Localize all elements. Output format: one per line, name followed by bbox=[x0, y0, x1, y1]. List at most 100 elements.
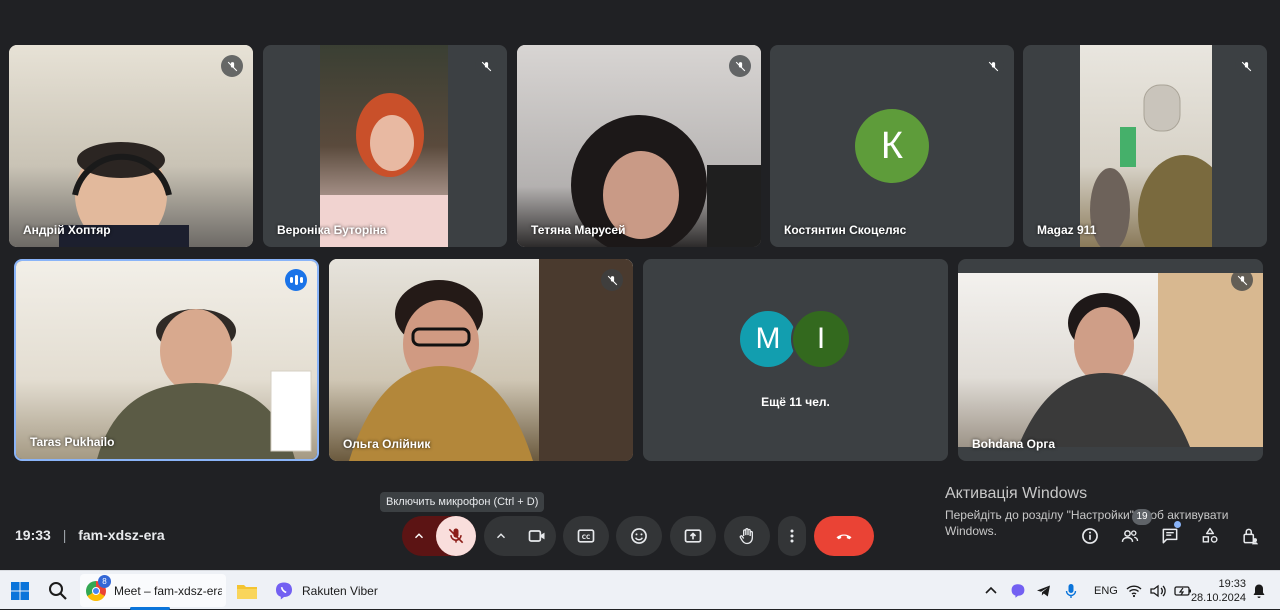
windows-logo-icon bbox=[11, 581, 29, 600]
participant-video bbox=[958, 273, 1263, 447]
activation-title: Активація Windows bbox=[945, 485, 1088, 502]
mic-off-icon bbox=[1231, 269, 1253, 291]
taskbar-chrome-window[interactable]: 8 Meet – fam-xdsz-era - C bbox=[80, 574, 226, 610]
chat-button[interactable] bbox=[1152, 518, 1188, 554]
more-vert-icon bbox=[790, 529, 794, 543]
call-end-icon bbox=[836, 534, 852, 540]
captions-button[interactable]: CC bbox=[563, 516, 609, 556]
present-to-all-icon bbox=[684, 529, 702, 543]
viber-icon bbox=[276, 582, 292, 599]
room-scene bbox=[1090, 84, 1230, 247]
participant-name: Ольга Олійник bbox=[343, 437, 431, 451]
chat-icon bbox=[1162, 528, 1178, 544]
raise-hand-button[interactable] bbox=[724, 516, 770, 556]
participant-name: Вероніка Буторіна bbox=[277, 223, 387, 237]
people-button[interactable]: 19 bbox=[1112, 509, 1152, 554]
closed-captions-icon: CC bbox=[577, 529, 595, 543]
camera-toggle-button[interactable] bbox=[518, 516, 556, 556]
participant-tile[interactable]: Bohdana Орга bbox=[958, 259, 1263, 461]
taskbar-time: 19:33 bbox=[1218, 577, 1246, 590]
meeting-details-button[interactable] bbox=[1072, 518, 1108, 554]
bell-icon bbox=[1253, 584, 1265, 598]
meeting-code: fam-xdsz-era bbox=[78, 527, 165, 543]
chevron-up-icon bbox=[415, 533, 423, 539]
chrome-icon: 8 bbox=[86, 574, 111, 601]
participant-tile[interactable]: Ольга Олійник bbox=[329, 259, 633, 461]
camera-control-group bbox=[484, 516, 556, 556]
participant-tile[interactable]: Magaz 911 bbox=[1023, 45, 1267, 247]
present-screen-button[interactable] bbox=[670, 516, 716, 556]
folder-icon bbox=[237, 584, 257, 599]
microphone-icon bbox=[1065, 583, 1077, 598]
tray-telegram-icon[interactable] bbox=[1036, 571, 1054, 610]
participant-name: Костянтин Скоцеляс bbox=[784, 223, 907, 237]
participant-video bbox=[16, 261, 317, 459]
meet-stage: Андрій Хоптяр Вероніка Буторіна Тетяна М… bbox=[0, 0, 1280, 570]
mic-tooltip: Включить микрофон (Ctrl + D) bbox=[380, 492, 545, 512]
mic-off-icon bbox=[448, 528, 464, 544]
videocam-icon bbox=[528, 530, 545, 542]
battery-charging-icon bbox=[1174, 585, 1191, 596]
mic-off-icon bbox=[982, 55, 1004, 77]
svg-text:CC: CC bbox=[582, 535, 591, 541]
telegram-icon bbox=[1037, 585, 1050, 596]
speaking-indicator-icon bbox=[285, 269, 307, 291]
windows-taskbar: 8 Meet – fam-xdsz-era - C Rakuten Viber … bbox=[0, 570, 1280, 610]
mic-toggle-button[interactable] bbox=[436, 516, 476, 556]
participant-tile[interactable]: К Костянтин Скоцеляс bbox=[770, 45, 1014, 247]
taskbar-clock[interactable]: 19:33 28.10.2024 bbox=[1190, 571, 1246, 610]
start-button[interactable] bbox=[10, 571, 34, 610]
person-silhouette bbox=[1018, 273, 1263, 447]
volume-icon bbox=[1150, 584, 1166, 597]
meeting-info: 19:33 | fam-xdsz-era bbox=[15, 527, 165, 543]
person-silhouette bbox=[571, 115, 761, 247]
participant-tile[interactable]: Тетяна Марусей bbox=[517, 45, 761, 247]
taskbar-viber-window[interactable]: Rakuten Viber bbox=[274, 571, 378, 610]
participant-name: Taras Pukhailo bbox=[30, 435, 115, 449]
info-icon bbox=[1082, 528, 1098, 544]
taskbar-search-button[interactable] bbox=[48, 571, 72, 610]
participant-avatar: К bbox=[855, 109, 929, 183]
participant-name: Андрій Хоптяр bbox=[23, 223, 111, 237]
more-options-button[interactable] bbox=[778, 516, 806, 556]
host-controls-button[interactable] bbox=[1232, 518, 1268, 554]
others-count-label: Ещё 11 чел. bbox=[761, 395, 830, 409]
notifications-button[interactable] bbox=[1252, 571, 1266, 610]
chat-unread-dot bbox=[1174, 521, 1181, 528]
mic-control-group bbox=[402, 516, 476, 556]
mic-off-icon bbox=[729, 55, 751, 77]
taskbar-date: 28.10.2024 bbox=[1190, 591, 1246, 604]
people-count-badge: 19 bbox=[1132, 509, 1152, 525]
tray-microphone-icon[interactable] bbox=[1064, 571, 1080, 610]
participant-name: Bohdana Орга bbox=[972, 437, 1056, 451]
mic-options-button[interactable] bbox=[402, 516, 436, 556]
activities-button[interactable] bbox=[1192, 518, 1228, 554]
show-hidden-icons-button[interactable] bbox=[984, 571, 1000, 610]
viber-window-title: Rakuten Viber bbox=[302, 583, 378, 598]
participant-tile[interactable]: Андрій Хоптяр bbox=[9, 45, 253, 247]
leave-call-button[interactable] bbox=[814, 516, 874, 556]
others-avatar-i: I bbox=[791, 309, 851, 369]
others-tile[interactable]: M I Ещё 11 чел. bbox=[643, 259, 948, 461]
person-silhouette bbox=[320, 93, 448, 247]
hand-icon bbox=[739, 528, 753, 545]
chrome-window-title: Meet – fam-xdsz-era - C bbox=[114, 583, 222, 598]
reactions-button[interactable] bbox=[616, 516, 662, 556]
participant-video bbox=[9, 45, 253, 247]
person-silhouette bbox=[349, 259, 633, 461]
participant-tile[interactable]: Вероніка Буторіна bbox=[263, 45, 507, 247]
input-language-indicator[interactable]: ENG bbox=[1094, 571, 1118, 610]
tray-viber-icon[interactable] bbox=[1010, 571, 1028, 610]
mic-off-icon bbox=[221, 55, 243, 77]
language-label: ENG bbox=[1094, 584, 1118, 597]
participant-video bbox=[517, 45, 761, 247]
person-silhouette bbox=[59, 142, 189, 247]
chrome-profile-badge: 8 bbox=[98, 574, 111, 588]
meeting-time: 19:33 bbox=[15, 527, 51, 543]
camera-options-button[interactable] bbox=[484, 516, 518, 556]
search-icon bbox=[49, 581, 67, 600]
taskbar-file-explorer[interactable] bbox=[236, 571, 260, 610]
participant-tile-active[interactable]: Taras Pukhailo bbox=[14, 259, 319, 461]
participant-video bbox=[1080, 45, 1230, 247]
tray-network-volume-battery[interactable] bbox=[1126, 571, 1192, 610]
